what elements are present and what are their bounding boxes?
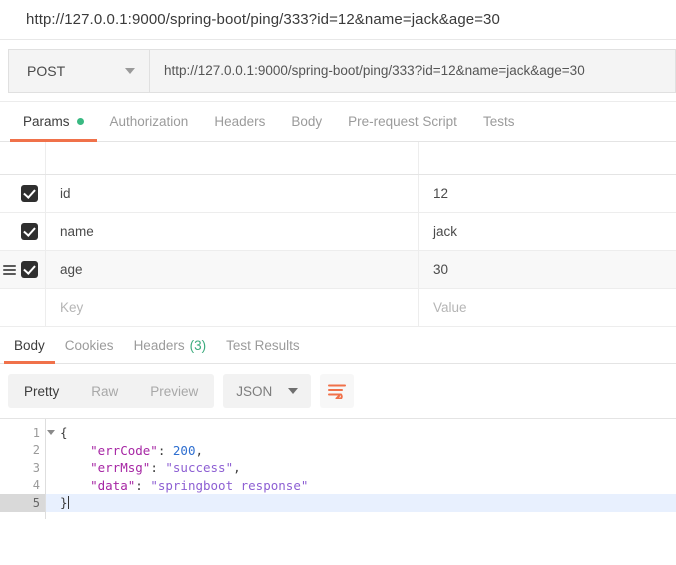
http-method-label: POST bbox=[27, 62, 66, 79]
code-line: "data": "springboot response" bbox=[46, 477, 676, 495]
code-token: } bbox=[60, 495, 68, 511]
code-line: { bbox=[46, 424, 676, 442]
param-value-input[interactable]: 12 bbox=[419, 175, 676, 212]
request-tab-label: Pre-request Script bbox=[348, 114, 457, 129]
text-caret bbox=[67, 496, 69, 510]
code-token: { bbox=[60, 425, 68, 441]
response-tab-headers[interactable]: Headers (3) bbox=[124, 328, 217, 363]
response-tab-label: Test Results bbox=[226, 338, 300, 353]
request-tab-label: Tests bbox=[482, 114, 515, 129]
line-number: 3 bbox=[0, 459, 45, 477]
row-checkbox-cell bbox=[0, 289, 46, 326]
format-button-preview[interactable]: Preview bbox=[134, 374, 214, 408]
line-number-label: 5 bbox=[32, 495, 40, 510]
param-key-input[interactable]: age bbox=[46, 251, 419, 288]
window-title-bar: http://127.0.0.1:9000/spring-boot/ping/3… bbox=[0, 0, 676, 40]
word-wrap-button[interactable] bbox=[320, 374, 355, 408]
column-header-key bbox=[46, 142, 419, 174]
request-tab-pre-request-script[interactable]: Pre-request Script bbox=[335, 102, 470, 141]
drag-handle-icon[interactable] bbox=[3, 264, 16, 275]
row-enabled-checkbox[interactable] bbox=[21, 261, 38, 278]
code-token: "errMsg" bbox=[60, 460, 151, 476]
request-tab-tests[interactable]: Tests bbox=[470, 102, 528, 141]
code-line: "errMsg": "success", bbox=[46, 459, 676, 477]
request-tab-label: Body bbox=[291, 114, 323, 129]
code-token: : bbox=[150, 460, 166, 476]
code-content[interactable]: { "errCode": 200, "errMsg": "success", "… bbox=[46, 419, 676, 519]
content-type-select[interactable]: JSON bbox=[223, 374, 312, 408]
chevron-down-icon bbox=[288, 388, 299, 394]
param-value-input[interactable]: jack bbox=[419, 213, 676, 250]
request-tab-bar: Params Authorization Headers Body Pre-reques… bbox=[0, 102, 676, 142]
response-tab-bar: Body Cookies Headers (3) Test Results bbox=[0, 328, 676, 364]
line-number-label: 2 bbox=[32, 443, 40, 458]
code-line: } bbox=[46, 494, 676, 512]
row-checkbox-cell bbox=[0, 251, 46, 288]
code-token: , bbox=[195, 442, 204, 458]
row-checkbox-cell bbox=[0, 175, 46, 212]
response-body-editor[interactable]: 1 2 3 4 5 { "errCode": 200, "errMsg": "succe… bbox=[0, 418, 676, 519]
request-tab-authorization[interactable]: Authorization bbox=[97, 102, 202, 141]
line-number: 5 bbox=[0, 494, 45, 512]
params-table: id 12 name jack age 30 Key Value bbox=[0, 142, 676, 327]
params-modified-dot-icon bbox=[76, 118, 84, 125]
code-token: : bbox=[157, 442, 173, 458]
row-enabled-checkbox[interactable] bbox=[21, 223, 38, 240]
line-number-label: 3 bbox=[32, 460, 40, 475]
request-tab-label: Params bbox=[23, 114, 70, 129]
request-url-row: POST http://127.0.0.1:9000/spring-boot/p… bbox=[0, 40, 676, 102]
code-token: , bbox=[233, 460, 241, 476]
line-number-label: 1 bbox=[32, 425, 40, 440]
format-button-group: Pretty Raw Preview bbox=[8, 374, 215, 408]
table-row[interactable]: name jack bbox=[0, 213, 676, 251]
param-value-input[interactable]: Value bbox=[419, 289, 676, 326]
code-token: : bbox=[135, 477, 151, 493]
response-tab-label: Body bbox=[14, 338, 45, 353]
line-number: 4 bbox=[0, 477, 45, 495]
header-check-cell bbox=[0, 142, 46, 174]
format-button-pretty[interactable]: Pretty bbox=[8, 374, 75, 408]
request-tab-params[interactable]: Params bbox=[10, 102, 97, 142]
param-key-input[interactable]: id bbox=[46, 175, 419, 212]
response-format-toolbar: Pretty Raw Preview JSON bbox=[0, 364, 676, 418]
table-row[interactable]: age 30 bbox=[0, 251, 676, 289]
request-tab-label: Authorization bbox=[109, 114, 189, 129]
chevron-down-icon bbox=[125, 67, 135, 74]
param-key-input[interactable]: Key bbox=[46, 289, 419, 326]
response-tab-cookies[interactable]: Cookies bbox=[55, 328, 124, 363]
line-number-gutter: 1 2 3 4 5 bbox=[0, 419, 55, 519]
page-title: http://127.0.0.1:9000/spring-boot/ping/3… bbox=[26, 11, 500, 28]
request-tab-body[interactable]: Body bbox=[278, 102, 335, 141]
table-row[interactable]: Key Value bbox=[0, 289, 676, 327]
code-line: "errCode": 200, bbox=[46, 442, 676, 460]
content-type-label: JSON bbox=[236, 383, 273, 399]
line-number-label: 4 bbox=[32, 478, 40, 493]
code-token: "data" bbox=[60, 477, 136, 493]
response-tab-body[interactable]: Body bbox=[4, 328, 55, 364]
response-tab-label: Headers bbox=[133, 338, 185, 353]
row-enabled-checkbox[interactable] bbox=[21, 185, 38, 202]
http-method-select[interactable]: POST bbox=[8, 48, 150, 93]
params-table-header bbox=[0, 142, 676, 175]
request-url-text: http://127.0.0.1:9000/spring-boot/ping/3… bbox=[164, 63, 585, 78]
format-button-raw[interactable]: Raw bbox=[75, 374, 134, 408]
table-row[interactable]: id 12 bbox=[0, 175, 676, 213]
column-header-value bbox=[419, 142, 676, 174]
code-token: "errCode" bbox=[60, 442, 158, 458]
line-number: 2 bbox=[0, 442, 45, 460]
code-token: "springboot response" bbox=[150, 477, 309, 493]
request-url-input[interactable]: http://127.0.0.1:9000/spring-boot/ping/3… bbox=[150, 48, 676, 93]
param-value-input[interactable]: 30 bbox=[419, 251, 676, 288]
response-tab-label: Cookies bbox=[64, 338, 114, 353]
param-key-input[interactable]: name bbox=[46, 213, 419, 250]
request-tab-headers[interactable]: Headers bbox=[201, 102, 278, 141]
row-checkbox-cell bbox=[0, 213, 46, 250]
request-tab-label: Headers bbox=[214, 114, 266, 129]
code-token: 200 bbox=[172, 442, 196, 458]
word-wrap-icon bbox=[327, 384, 346, 399]
response-tab-count: (3) bbox=[189, 338, 207, 353]
code-token: "success" bbox=[165, 460, 234, 476]
line-number: 1 bbox=[0, 424, 55, 442]
response-tab-test-results[interactable]: Test Results bbox=[216, 328, 310, 363]
